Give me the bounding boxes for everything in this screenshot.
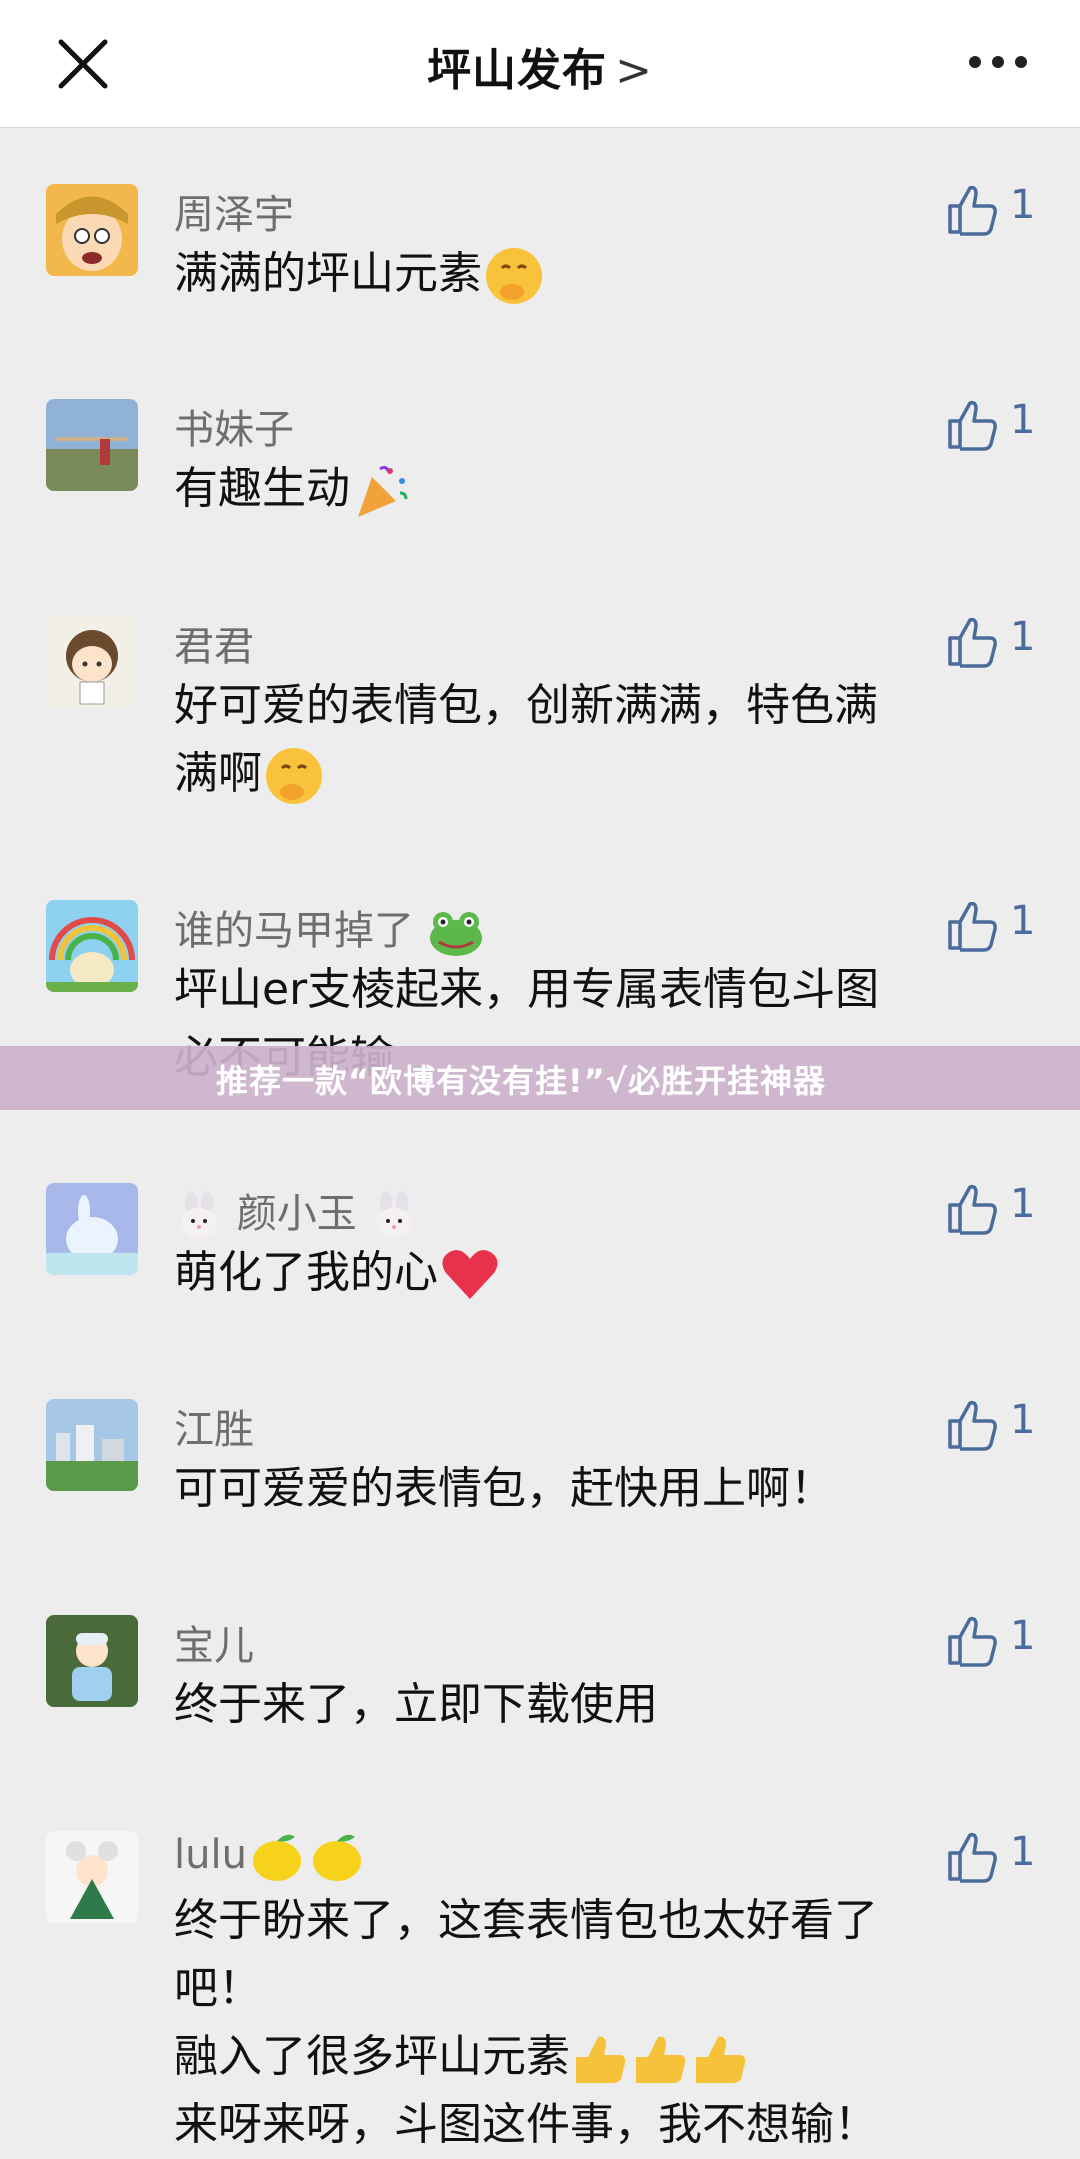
thumbs-up-icon[interactable] xyxy=(946,898,1000,952)
thumbs-up-emoji-icon xyxy=(576,2036,626,2083)
avatar[interactable] xyxy=(46,616,138,708)
comment-text: 萌化了我的心 xyxy=(174,1239,1014,1307)
thumbs-up-icon[interactable] xyxy=(946,1181,1000,1235)
nav-bar: 坪山发布 > xyxy=(0,0,1080,128)
commenter-name: 君君 xyxy=(174,624,254,670)
thumbs-up-icon[interactable] xyxy=(946,1829,1000,1883)
comment-text: 好可爱的表情包，创新满满，特色满 满啊 xyxy=(174,672,1014,808)
avatar[interactable] xyxy=(46,1831,138,1923)
like-count: 1 xyxy=(1010,1397,1036,1443)
red-heart-icon xyxy=(442,1250,498,1299)
thumbs-up-icon[interactable] xyxy=(946,182,1000,236)
thumbs-up-icon[interactable] xyxy=(946,1397,1000,1451)
lemon-icon xyxy=(252,1834,301,1881)
chevron-right-icon: > xyxy=(615,45,653,96)
page-title[interactable]: 坪山发布 > xyxy=(0,34,1080,98)
avatar[interactable] xyxy=(46,900,138,992)
thumbs-up-emoji-icon xyxy=(696,2036,746,2083)
commenter-name: 谁的马甲掉了 xyxy=(174,898,485,958)
page-title-text: 坪山发布 xyxy=(427,45,608,96)
thumbs-up-icon[interactable] xyxy=(946,1613,1000,1667)
avatar[interactable] xyxy=(46,1615,138,1707)
thumbs-up-icon[interactable] xyxy=(946,614,1000,668)
like-count: 1 xyxy=(1010,1181,1036,1227)
like-count: 1 xyxy=(1010,1829,1036,1875)
like-count: 1 xyxy=(1010,898,1036,944)
avatar[interactable] xyxy=(46,184,138,276)
comment-text: 可可爱爱的表情包，赶快用上啊！ xyxy=(174,1463,834,1514)
like-count: 1 xyxy=(1010,182,1036,228)
like-count: 1 xyxy=(1010,1613,1036,1659)
comment-text: 终于盼来了，这套表情包也太好看了 吧！ 融入了很多坪山元素 来呀来呀，斗图这件事… xyxy=(174,1895,878,2150)
commenter-name: 周泽宇 xyxy=(174,192,294,238)
comment-text: 终于来了，立即下载使用 xyxy=(174,1679,658,1730)
rabbit-face-icon xyxy=(181,1191,217,1238)
avatar[interactable] xyxy=(46,399,138,491)
comment-text: 满满的坪山元素 xyxy=(174,240,1014,308)
party-popper-icon xyxy=(358,465,408,517)
more-icon[interactable] xyxy=(968,54,1028,70)
lemon-icon xyxy=(312,1834,361,1881)
like-count: 1 xyxy=(1010,397,1036,443)
commenter-name: 颜小玉 xyxy=(174,1181,419,1241)
avatar[interactable] xyxy=(46,1183,138,1275)
like-count: 1 xyxy=(1010,614,1036,660)
shushing-face-icon xyxy=(266,748,322,804)
commenter-name: 宝儿 xyxy=(174,1623,254,1669)
ad-banner[interactable]: 推荐一款“欧博有没有挂!”√必胜开挂神器 xyxy=(0,1046,1080,1110)
commenter-name: 书妹子 xyxy=(174,407,294,453)
commenter-name: 江胜 xyxy=(174,1407,254,1453)
frog-icon xyxy=(429,912,482,956)
commenter-name: lulu xyxy=(174,1829,367,1885)
ad-banner-text: 推荐一款“欧博有没有挂!”√必胜开挂神器 xyxy=(216,1062,827,1100)
comment-text: 有趣生动 xyxy=(174,455,1014,523)
thumbs-up-emoji-icon xyxy=(636,2036,686,2083)
thumbs-up-icon[interactable] xyxy=(946,397,1000,451)
shushing-face-icon xyxy=(486,248,542,304)
avatar[interactable] xyxy=(46,1399,138,1491)
rabbit-face-icon xyxy=(376,1191,413,1238)
